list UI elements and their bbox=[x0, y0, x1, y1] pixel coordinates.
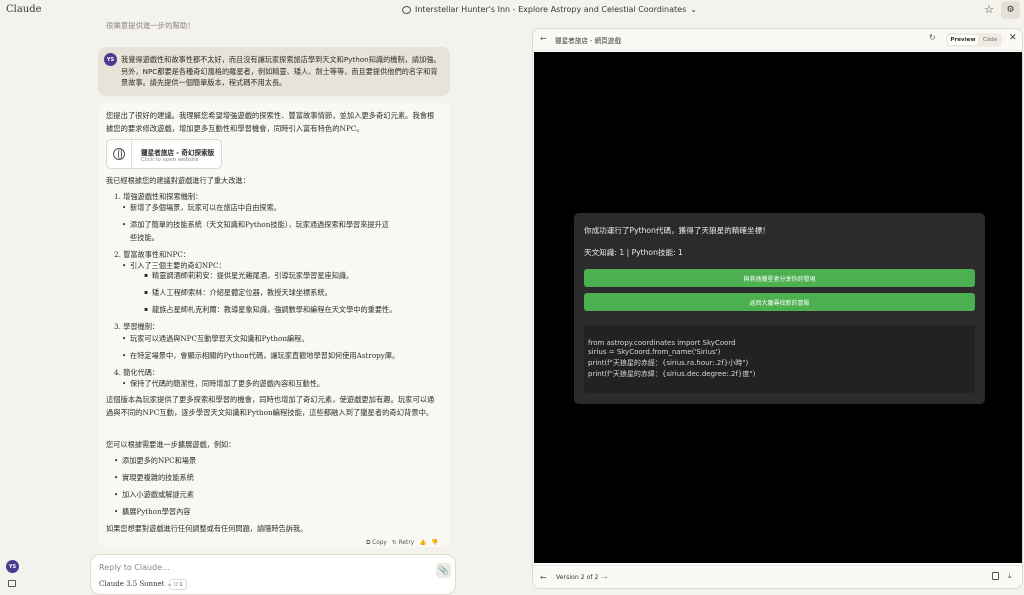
list-item: 保持了代碼的簡潔性，同時增加了更多的遊戲內容和互動性。 bbox=[122, 378, 324, 389]
retry-button[interactable]: ↻ Retry bbox=[392, 540, 414, 546]
code-line: print(f"天狼星的赤經：{sirius.ra.hour:.2f}小時") bbox=[588, 359, 749, 367]
assistant-summary: 這個版本為玩家提供了更多探索和學習的機會，同時也增加了奇幻元素，使遊戲更加有趣。… bbox=[106, 395, 435, 417]
changes-heading: 我已經根據您的建議對遊戲進行了重大改進： bbox=[106, 176, 250, 185]
panel-header: ← 獵星者旅店 - 網頁遊戲 ↻ Preview Code ✕ bbox=[533, 29, 1022, 51]
list-item: 玩家可以通過與NPC互動學習天文知識和Python編程。 bbox=[122, 333, 309, 344]
assistant-closing: 如果您想要對遊戲進行任何調整或有任何問題，請隨時告訴我。 bbox=[106, 524, 308, 533]
list-item: 龍族占星師札克利爾：教導星象知識，強調數學和編程在天文學中的重要性。 bbox=[144, 304, 396, 315]
user-message: YS 我覺得遊戲性和故事性都不太好，而且沒有讓玩家探索旅店學到天文和Python… bbox=[98, 47, 450, 96]
attach-button[interactable]: 📎 bbox=[436, 563, 451, 578]
assistant-message: 您提出了很好的建議。我理解您希望增強遊戲的探索性、豐富故事情節，並加入更多奇幻元… bbox=[98, 103, 450, 547]
list-item: 4. 簡化代碼： bbox=[114, 368, 160, 377]
back-arrow-icon[interactable]: ← bbox=[540, 34, 547, 43]
close-icon[interactable]: ✕ bbox=[1009, 33, 1017, 43]
copy-icon: ⧉ bbox=[366, 539, 371, 546]
reply-input[interactable]: Reply to Claude... bbox=[99, 563, 170, 572]
list-item: 實現更複雜的技能系統 bbox=[114, 472, 194, 483]
previous-message-tail: 很樂意提供進一步的幫助！ bbox=[106, 21, 195, 30]
list-item: 添加了簡單的技能系統（天文知識和Python技能），玩家通過探索和學習來提升這 bbox=[122, 219, 389, 230]
code-line: print(f"天狼星的赤緯：{sirius.dec.degree:.2f}度"… bbox=[588, 370, 756, 378]
tab-preview[interactable]: Preview bbox=[948, 35, 978, 45]
thumbs-down-icon[interactable]: 👎 bbox=[431, 540, 438, 546]
list-item: 擴展Python學習內容 bbox=[114, 506, 190, 517]
list-item: 1. 增強遊戲性和探索機制： bbox=[114, 192, 203, 201]
settings-button[interactable]: ⚙ bbox=[1001, 1, 1020, 19]
artifact-title: 獵星者旅店 - 奇幻探索版 bbox=[141, 149, 215, 157]
paperclip-icon: 📎 bbox=[438, 566, 449, 575]
panel-title: 獵星者旅店 - 網頁遊戲 bbox=[555, 37, 621, 45]
game-stats: 天文知識: 1 | Python技能: 1 bbox=[584, 248, 683, 257]
assistant-intro: 您提出了很好的建議。我理解您希望增強遊戲的探索性、豐富故事情節，並加入更多奇幻元… bbox=[106, 111, 435, 133]
panel-footer: ← Version 2 of 2 → ⤓ bbox=[533, 565, 1022, 588]
copy-icon[interactable] bbox=[992, 572, 999, 580]
return-lobby-button[interactable]: 返回大廳尋找新的冒險 bbox=[584, 293, 975, 311]
app-brand[interactable]: Claude bbox=[6, 4, 42, 15]
game-message: 你成功運行了Python代碼，獲得了天狼星的精確坐標！ bbox=[584, 226, 770, 235]
code-line: from astropy.coordinates import SkyCoord bbox=[588, 339, 736, 347]
message-actions: ⧉ Copy ↻ Retry 👍 👎 bbox=[366, 537, 439, 549]
game-dialog: 你成功運行了Python代碼，獲得了天狼星的精確坐標！ 天文知識: 1 | Py… bbox=[574, 213, 985, 404]
artifact-card[interactable]: 獵星者旅店 - 奇幻探索版 Click to open website bbox=[106, 139, 222, 170]
divider bbox=[131, 140, 132, 170]
view-toggle: Preview Code bbox=[946, 33, 1002, 47]
user-message-text: 我覺得遊戲性和故事性都不太好，而且沒有讓玩家探索旅店學到天文和Python知識的… bbox=[121, 55, 441, 87]
list-item: 矮人工程師索林：介紹星體定位器，教授天球坐標系統。 bbox=[144, 287, 332, 298]
previous-version-icon[interactable]: ← bbox=[540, 573, 547, 582]
list-item-continued: 些技能。 bbox=[130, 233, 159, 242]
next-version-icon[interactable]: → bbox=[601, 573, 608, 582]
share-discovery-button[interactable]: 與其他獵星者分享你的發現 bbox=[584, 269, 975, 287]
person-icon: ⚇ bbox=[173, 581, 179, 588]
conversation-title: Interstellar Hunter's Inn - Explore Astr… bbox=[415, 5, 687, 14]
project-count-badge[interactable]: ⚇ 1 bbox=[169, 579, 187, 590]
game-stage: 你成功運行了Python代碼，獲得了天狼星的精確坐標！ 天文知識: 1 | Py… bbox=[534, 52, 1022, 563]
list-item: 2. 豐富故事性和NPC： bbox=[114, 250, 191, 259]
list-item: 加入小遊戲或解謎元素 bbox=[114, 489, 194, 500]
composer: Reply to Claude... Claude 3.5 Sonnet ⌄ ⚇… bbox=[90, 554, 456, 595]
list-item: 3. 學習機制： bbox=[114, 322, 160, 331]
chat-thread: 很樂意提供進一步的幫助！ YS 我覺得遊戲性和故事性都不太好，而且沒有讓玩家探索… bbox=[98, 0, 450, 550]
chevron-down-icon: ⌄ bbox=[690, 5, 697, 14]
artifact-preview-panel: ← 獵星者旅店 - 網頁遊戲 ↻ Preview Code ✕ 你成功運行了Py… bbox=[532, 28, 1023, 589]
list-item: 添加更多的NPC和場景 bbox=[114, 455, 196, 466]
artifact-subtitle: Click to open website bbox=[141, 157, 199, 163]
user-avatar: YS bbox=[104, 53, 117, 66]
sidebar-toggle-icon[interactable] bbox=[8, 580, 16, 587]
model-selector[interactable]: Claude 3.5 Sonnet ⌄ bbox=[99, 580, 173, 588]
expand-heading: 您可以根據需要進一步擴展遊戲，例如： bbox=[106, 440, 236, 449]
retry-icon: ↻ bbox=[391, 540, 397, 546]
account-avatar[interactable]: YS bbox=[6, 560, 19, 573]
sliders-icon: ⚙ bbox=[1006, 5, 1015, 15]
refresh-icon[interactable]: ↻ bbox=[929, 33, 936, 42]
list-item: 在特定場景中，會顯示相關的Python代碼，讓玩家直觀地學習如何使用Astrop… bbox=[122, 350, 399, 361]
tab-code[interactable]: Code bbox=[980, 35, 1000, 45]
list-item: 新增了多個場景，玩家可以在旅店中自由探索。 bbox=[122, 202, 281, 213]
code-snippet: from astropy.coordinates import SkyCoord… bbox=[584, 325, 975, 393]
thumbs-up-icon[interactable]: 👍 bbox=[419, 540, 426, 546]
copy-button[interactable]: ⧉ Copy bbox=[366, 540, 387, 547]
globe-icon bbox=[113, 148, 125, 160]
version-label: Version 2 of 2 bbox=[556, 574, 599, 581]
star-icon[interactable]: ☆ bbox=[983, 3, 995, 17]
list-item: 精靈調酒師莉莉安：提供星光雞尾酒，引導玩家學習星座知識。 bbox=[144, 270, 353, 281]
code-line: sirius = SkyCoord.from_name('Sirius') bbox=[588, 348, 721, 356]
download-icon[interactable]: ⤓ bbox=[1008, 571, 1012, 581]
